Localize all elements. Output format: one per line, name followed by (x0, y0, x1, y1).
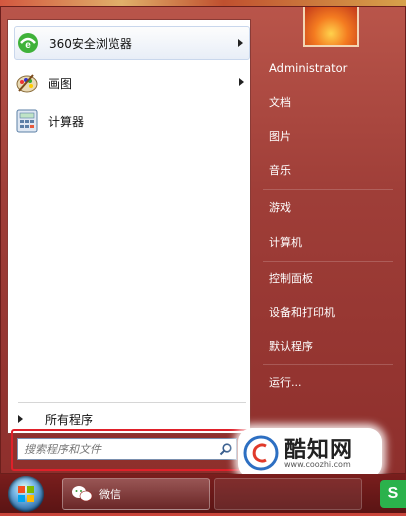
right-separator (263, 189, 393, 190)
wechat-icon (72, 486, 93, 502)
search-input[interactable] (17, 438, 237, 460)
programs-pane: e 360安全浏览器 画图 计算器 所有程序 (7, 19, 251, 434)
program-item-360-browser[interactable]: e 360安全浏览器 (14, 26, 250, 60)
taskbar-app-slot[interactable] (214, 478, 362, 510)
all-programs-arrow-icon (18, 415, 23, 423)
right-item-computer[interactable]: 计算机 (263, 228, 398, 256)
right-item-control-panel[interactable]: 控制面板 (263, 264, 398, 292)
right-item-run[interactable]: 运行... (263, 368, 398, 396)
program-label: 360安全浏览器 (49, 36, 132, 51)
watermark: 酷知网 www.coozhi.com (238, 428, 382, 478)
taskbar-app-wechat[interactable]: 微信 (62, 478, 210, 510)
windows-logo-icon (18, 486, 34, 502)
browser-360-icon: e (15, 30, 41, 56)
program-label: 画图 (48, 76, 73, 91)
calculator-icon (14, 108, 40, 134)
taskbar: 微信 S (0, 474, 406, 513)
programs-divider (18, 402, 246, 403)
all-programs-button[interactable]: 所有程序 (18, 408, 248, 430)
watermark-url: www.coozhi.com (284, 460, 351, 469)
coozhi-logo-icon (243, 435, 279, 471)
right-item-games[interactable]: 游戏 (263, 193, 398, 221)
right-item-devices-printers[interactable]: 设备和打印机 (263, 298, 398, 326)
right-separator (263, 261, 393, 262)
svg-text:e: e (25, 40, 31, 51)
right-item-music[interactable]: 音乐 (263, 156, 398, 184)
submenu-arrow-icon[interactable] (239, 78, 244, 86)
search-icon[interactable] (219, 442, 233, 456)
program-item-paint[interactable]: 画图 (14, 66, 250, 100)
taskbar-app-label: 微信 (99, 488, 121, 501)
submenu-arrow-icon[interactable] (238, 39, 243, 47)
right-item-default-programs[interactable]: 默认程序 (263, 332, 398, 360)
program-item-calculator[interactable]: 计算器 (14, 104, 250, 138)
right-separator (263, 364, 393, 365)
paint-palette-icon (14, 70, 40, 96)
program-label: 计算器 (48, 114, 85, 129)
right-item-pictures[interactable]: 图片 (263, 122, 398, 150)
search-area (7, 429, 251, 471)
start-button[interactable] (8, 476, 44, 512)
tray-app-icon[interactable]: S (380, 480, 406, 508)
all-programs-label: 所有程序 (45, 412, 94, 427)
start-menu: e 360安全浏览器 画图 计算器 所有程序 搜索程序和文件 Administr… (0, 6, 406, 474)
user-picture[interactable] (303, 7, 359, 47)
user-name-item[interactable]: Administrator (263, 54, 398, 82)
right-item-documents[interactable]: 文档 (263, 88, 398, 116)
